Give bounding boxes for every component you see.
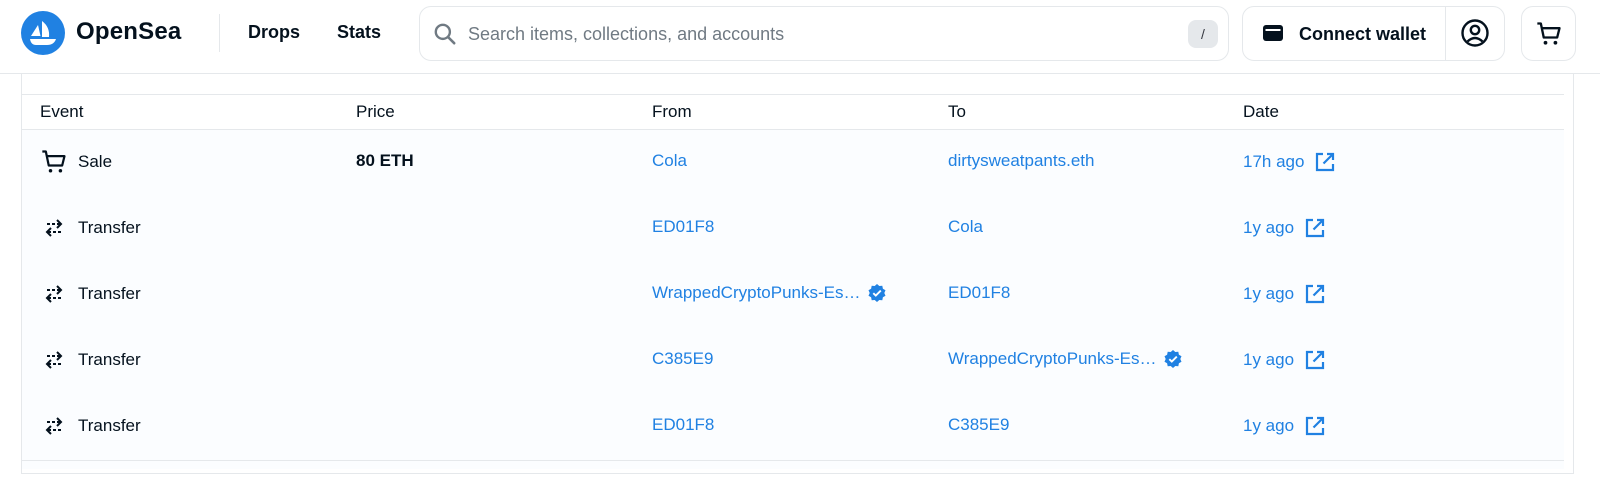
column-header-date: Date	[1243, 102, 1279, 121]
connect-wallet-button[interactable]: Connect wallet	[1243, 7, 1445, 60]
activity-table: Event Price From To Date Sale 80 ETH Col…	[22, 94, 1564, 469]
external-link-icon[interactable]	[1304, 415, 1326, 437]
event-cell: Transfer	[40, 214, 141, 242]
from-account-label: Cola	[652, 151, 687, 170]
search-icon	[432, 21, 458, 52]
date-label: 1y ago	[1243, 416, 1295, 435]
from-account-link[interactable]: C385E9	[652, 349, 713, 369]
date-link[interactable]: 1y ago	[1243, 349, 1326, 371]
column-header-price: Price	[356, 102, 395, 121]
to-account-label: WrappedCryptoPunks-Es…	[948, 349, 1157, 368]
wallet-profile-group: Connect wallet	[1242, 6, 1505, 61]
search-bar[interactable]: /	[419, 6, 1229, 61]
from-account-label: C385E9	[652, 349, 714, 368]
date-label: 1y ago	[1243, 350, 1295, 369]
top-navigation-bar: OpenSea Drops Stats / Connect wallet	[0, 0, 1600, 74]
to-account-label: dirtysweatpants.eth	[948, 151, 1095, 170]
price-cell: 80 ETH	[356, 151, 414, 170]
to-account-link[interactable]: Cola	[948, 217, 983, 237]
nav-stats-link[interactable]: Stats	[337, 22, 381, 43]
event-cell: Sale	[40, 148, 112, 176]
external-link-icon[interactable]	[1304, 283, 1326, 305]
table-row: Transfer C385E9 WrappedCryptoPunks-Es… 1…	[22, 328, 1564, 395]
date-label: 1y ago	[1243, 284, 1295, 303]
verified-badge-icon	[1163, 349, 1183, 369]
external-link-icon[interactable]	[1314, 151, 1336, 173]
transfer-arrows-icon	[40, 280, 68, 308]
verified-badge-icon	[867, 283, 887, 303]
date-label: 1y ago	[1243, 218, 1295, 237]
to-account-label: ED01F8	[948, 283, 1011, 302]
table-row: Transfer WrappedCryptoPunks-Es… ED01F8 1…	[22, 262, 1564, 329]
column-header-event: Event	[40, 102, 84, 121]
cart-button[interactable]	[1521, 6, 1576, 61]
search-shortcut-key: /	[1188, 20, 1218, 48]
date-link[interactable]: 1y ago	[1243, 217, 1326, 239]
table-row: Transfer ED01F8 C385E9 1y ago	[22, 394, 1564, 461]
item-activity-panel: Event Price From To Date Sale 80 ETH Col…	[21, 74, 1574, 474]
table-row: Sale 80 ETH Cola dirtysweatpants.eth 17h…	[22, 130, 1564, 197]
to-account-label: C385E9	[948, 415, 1010, 434]
from-account-label: ED01F8	[652, 415, 715, 434]
event-label: Transfer	[78, 350, 141, 369]
wallet-icon	[1261, 21, 1285, 50]
transfer-arrows-icon	[40, 412, 68, 440]
date-label: 17h ago	[1243, 152, 1305, 171]
to-account-link[interactable]: C385E9	[948, 415, 1009, 435]
date-link[interactable]: 1y ago	[1243, 283, 1326, 305]
nav-drops-link[interactable]: Drops	[248, 22, 300, 43]
column-header-from: From	[652, 102, 692, 121]
event-label: Transfer	[78, 284, 141, 303]
table-row: Transfer ED01F8 Cola 1y ago	[22, 196, 1564, 263]
external-link-icon[interactable]	[1304, 349, 1326, 371]
opensea-logo-icon[interactable]	[21, 11, 65, 55]
search-input[interactable]	[468, 19, 1148, 49]
to-account-label: Cola	[948, 217, 983, 236]
from-account-link[interactable]: ED01F8	[652, 415, 714, 435]
event-label: Sale	[78, 152, 113, 171]
account-circle-icon	[1461, 19, 1489, 47]
event-cell: Transfer	[40, 412, 141, 440]
transfer-arrows-icon	[40, 346, 68, 374]
brand-name[interactable]: OpenSea	[76, 18, 181, 46]
date-link[interactable]: 1y ago	[1243, 415, 1326, 437]
shopping-cart-icon	[1537, 22, 1561, 45]
transfer-arrows-icon	[40, 214, 68, 242]
to-account-link[interactable]: dirtysweatpants.eth	[948, 151, 1094, 171]
from-account-link[interactable]: WrappedCryptoPunks-Es…	[652, 283, 887, 303]
from-account-label: ED01F8	[652, 217, 715, 236]
event-label: Transfer	[78, 218, 141, 237]
to-account-link[interactable]: ED01F8	[948, 283, 1010, 303]
event-cell: Transfer	[40, 346, 141, 374]
header-divider	[219, 14, 220, 52]
connect-wallet-label: Connect wallet	[1299, 24, 1427, 44]
external-link-icon[interactable]	[1304, 217, 1326, 239]
column-header-to: To	[948, 102, 966, 121]
from-account-link[interactable]: ED01F8	[652, 217, 714, 237]
from-account-link[interactable]: Cola	[652, 151, 687, 171]
table-header: Event Price From To Date	[22, 94, 1564, 130]
to-account-link[interactable]: WrappedCryptoPunks-Es…	[948, 349, 1183, 369]
from-account-label: WrappedCryptoPunks-Es…	[652, 283, 861, 302]
event-cell: Transfer	[40, 280, 141, 308]
profile-button[interactable]	[1446, 7, 1504, 60]
date-link[interactable]: 17h ago	[1243, 151, 1336, 173]
cart-icon	[40, 148, 68, 176]
event-label: Transfer	[78, 416, 141, 435]
